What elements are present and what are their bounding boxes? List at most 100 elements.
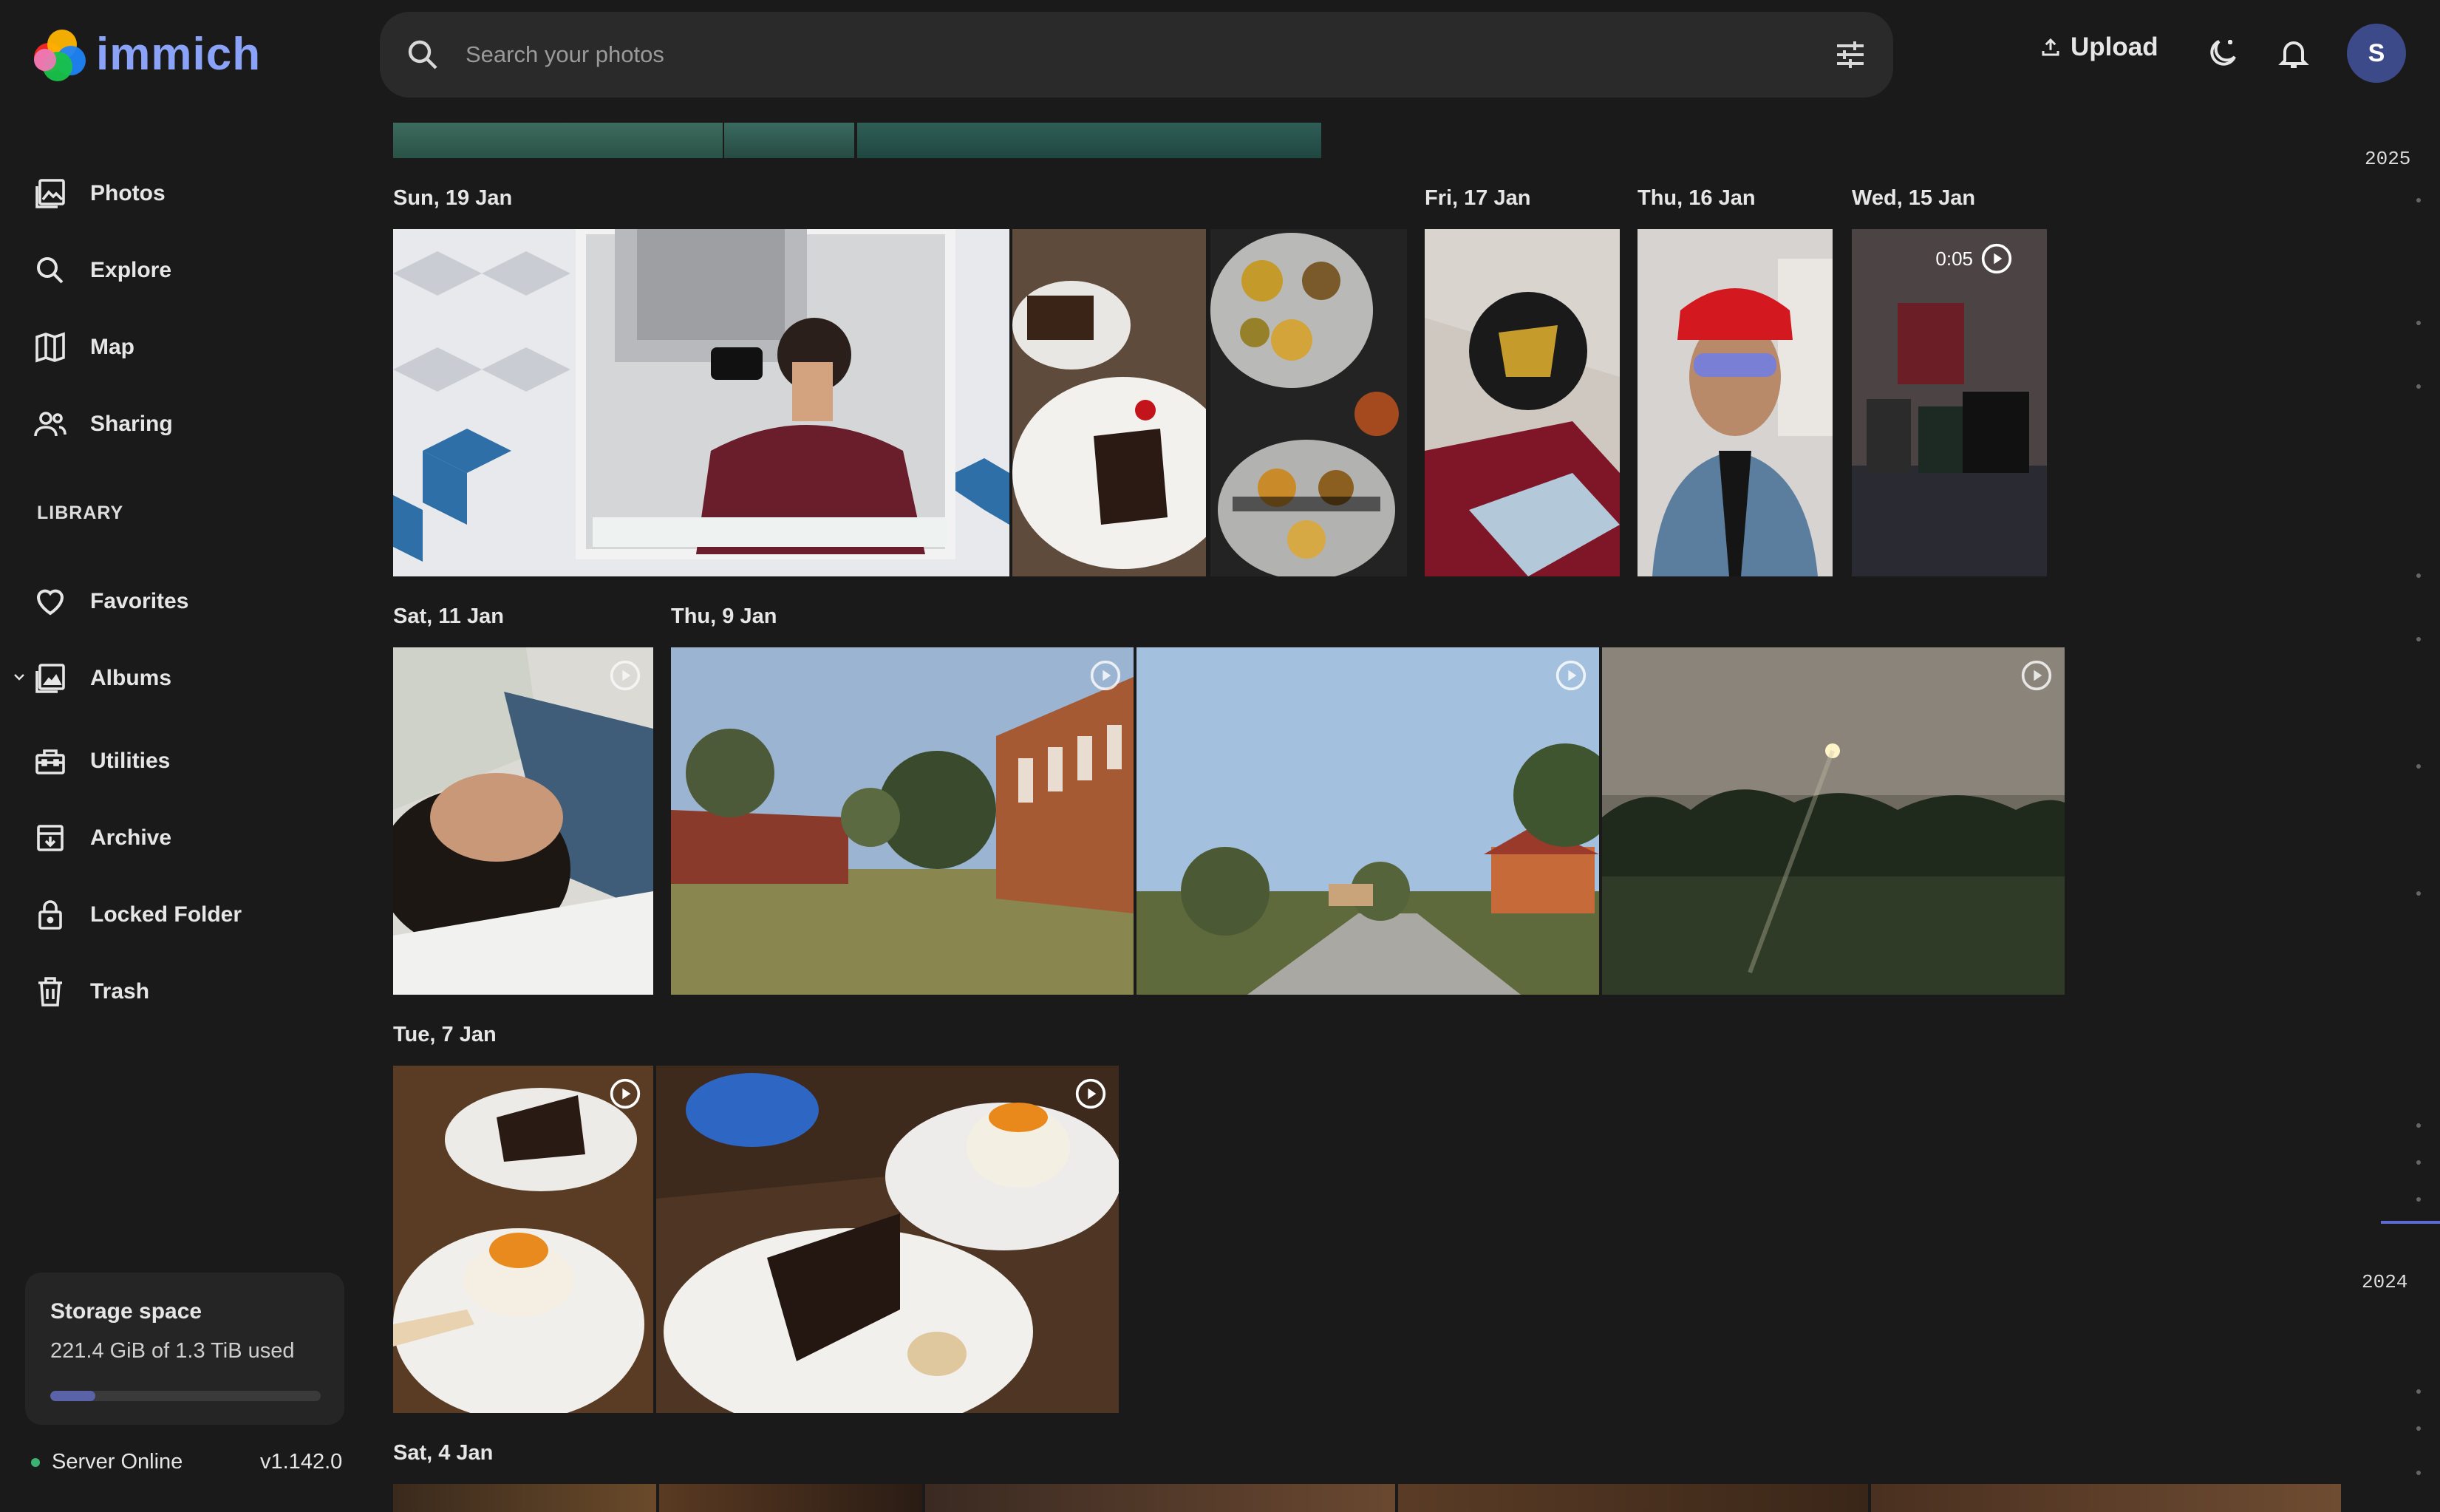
scrubber-tick [2416, 321, 2421, 325]
scrubber-tick [2416, 891, 2421, 896]
upload-button[interactable]: Upload [2039, 33, 2158, 62]
photos-icon [35, 179, 65, 208]
scrubber-year-label[interactable]: 2024 [2362, 1271, 2407, 1293]
photo-thumbnail[interactable] [857, 123, 1321, 158]
photo-thumbnail[interactable] [925, 1484, 1395, 1512]
photo-thumbnail[interactable] [393, 1484, 656, 1512]
heart-icon [36, 589, 64, 616]
date-group-title[interactable]: Sun, 19 Jan [393, 186, 512, 211]
scrubber-tick [2416, 1389, 2421, 1394]
server-status: Server Online [31, 1450, 183, 1474]
sidebar-item-utilities[interactable]: Utilities [33, 743, 170, 779]
sleeping-person-photo [393, 647, 653, 995]
photo-thumbnail[interactable] [1871, 1484, 2341, 1512]
scrubber-year-label[interactable]: 2025 [2365, 148, 2410, 170]
immich-logo[interactable]: immich [31, 27, 261, 81]
scrubber-tick [2416, 1123, 2421, 1128]
date-group-title[interactable]: Sat, 4 Jan [393, 1441, 493, 1465]
video-thumbnail[interactable] [671, 647, 1134, 995]
cakes-photo [393, 1066, 653, 1413]
sidebar-item-explore[interactable]: Explore [33, 253, 171, 288]
date-group-title[interactable]: Thu, 9 Jan [671, 605, 777, 629]
date-group-title[interactable]: Fri, 17 Jan [1425, 186, 1530, 211]
search-input[interactable] [466, 34, 1722, 75]
scrubber-tick [2416, 1197, 2421, 1202]
lock-icon [38, 900, 62, 930]
sidebar-item-sharing[interactable]: Sharing [33, 406, 173, 442]
sidebar-item-label: Favorites [90, 589, 189, 613]
scrubber-tick [2416, 1426, 2421, 1431]
search-icon [408, 40, 437, 69]
play-circle-icon [610, 660, 641, 691]
scrubber-tick [2416, 198, 2421, 202]
video-thumbnail[interactable] [656, 1066, 1119, 1413]
sidebar-item-photos[interactable]: Photos [33, 176, 166, 211]
sidebar-item-map[interactable]: Map [33, 330, 134, 365]
people-icon [34, 412, 67, 437]
user-avatar[interactable]: S [2347, 24, 2406, 83]
search-bar[interactable] [380, 12, 1893, 98]
storage-title: Storage space [50, 1299, 202, 1324]
video-duration: 0:05 [1935, 247, 1973, 270]
scrubber-tick [2416, 764, 2421, 769]
storage-card[interactable]: Storage space 221.4 GiB of 1.3 TiB used [25, 1273, 344, 1425]
search-filter-icon[interactable] [1833, 37, 1868, 72]
photo-thumbnail[interactable] [1638, 229, 1833, 576]
photo-thumbnail[interactable] [1210, 229, 1407, 576]
date-group-title[interactable]: Wed, 15 Jan [1852, 186, 1975, 211]
app-name: immich [96, 28, 262, 80]
scrubber-position-indicator[interactable] [2381, 1221, 2440, 1224]
album-icon [35, 664, 65, 693]
archive-icon [37, 825, 64, 851]
trash-icon [38, 977, 62, 1007]
chevron-down-icon[interactable] [10, 668, 28, 686]
photo-thumbnail[interactable] [1425, 229, 1620, 576]
sidebar-item-locked-folder[interactable]: Locked Folder [33, 897, 242, 933]
sidebar-item-albums[interactable]: Albums [33, 661, 171, 696]
map-icon [35, 332, 65, 363]
sidebar-item-favorites[interactable]: Favorites [33, 584, 188, 619]
play-circle-icon [1075, 1078, 1106, 1109]
scrubber-tick [2416, 637, 2421, 641]
video-thumbnail[interactable] [393, 647, 653, 995]
thali-plates-photo [1210, 229, 1407, 576]
sidebar-item-label: Explore [90, 258, 172, 282]
online-indicator [31, 1457, 40, 1467]
photo-thumbnail[interactable] [393, 123, 723, 158]
theme-toggle-icon[interactable] [2205, 35, 2240, 71]
scrubber-tick [2416, 573, 2421, 578]
scrubber-tick [2416, 1471, 2421, 1475]
sidebar-item-label: Archive [90, 825, 172, 850]
sidebar-item-label: Trash [90, 979, 150, 1004]
date-group-title[interactable]: Thu, 16 Jan [1638, 186, 1756, 211]
play-circle-icon [610, 1078, 641, 1109]
campus-building-photo [671, 647, 1134, 995]
immich-app: immich Upload S Photos Explore Map Shari… [0, 0, 2440, 1512]
notifications-bell-icon[interactable] [2276, 35, 2311, 71]
storage-progress-bar [50, 1391, 321, 1401]
video-thumbnail[interactable] [1602, 647, 2065, 995]
date-group-title[interactable]: Sat, 11 Jan [393, 605, 504, 629]
date-group-title[interactable]: Tue, 7 Jan [393, 1023, 497, 1047]
photo-thumbnail[interactable] [724, 123, 854, 158]
play-circle-icon [2021, 660, 2052, 691]
video-thumbnail[interactable] [393, 1066, 653, 1413]
cakes-table-photo [656, 1066, 1119, 1413]
play-circle-icon [1090, 660, 1121, 691]
server-version[interactable]: v1.142.0 [260, 1450, 342, 1474]
sidebar-item-label: Albums [90, 666, 172, 690]
photo-thumbnail[interactable] [1012, 229, 1206, 576]
play-circle-icon [1555, 660, 1587, 691]
room-video-frame [1852, 229, 2047, 576]
sidebar-item-label: Utilities [90, 749, 171, 773]
red-cap-selfie-photo [1638, 229, 1833, 576]
video-thumbnail[interactable] [1136, 647, 1599, 995]
photo-thumbnail[interactable] [393, 229, 1009, 576]
scrubber-tick [2416, 1160, 2421, 1165]
photo-thumbnail[interactable] [659, 1484, 922, 1512]
photo-thumbnail[interactable] [1398, 1484, 1868, 1512]
upload-icon [2042, 38, 2059, 56]
sidebar-item-archive[interactable]: Archive [33, 820, 171, 856]
sidebar-item-trash[interactable]: Trash [33, 974, 149, 1009]
video-thumbnail[interactable]: 0:05 [1852, 229, 2047, 576]
